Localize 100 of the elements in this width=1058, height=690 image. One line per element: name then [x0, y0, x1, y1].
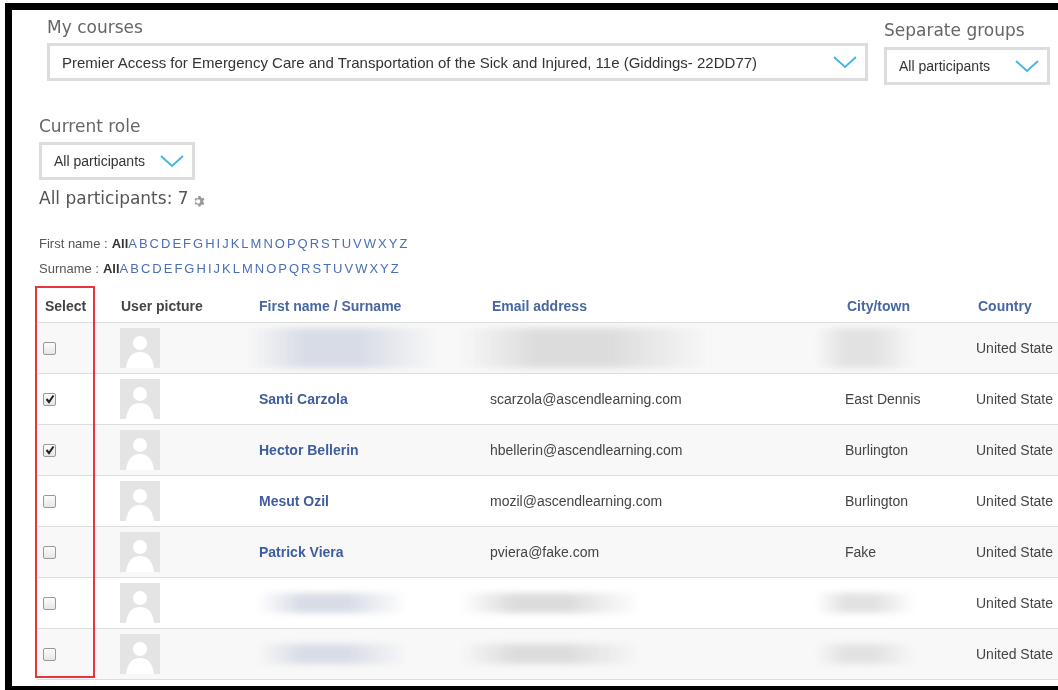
initial-filter-link[interactable]: N	[254, 261, 265, 276]
initial-filter-link[interactable]: B	[138, 236, 148, 251]
initial-filter-link[interactable]: S	[312, 261, 322, 276]
avatar-icon	[120, 634, 160, 674]
checkbox[interactable]	[43, 443, 56, 457]
checkbox[interactable]	[43, 647, 56, 661]
initial-filter-link[interactable]: P	[278, 261, 287, 276]
course-dropdown[interactable]: Premier Access for Emergency Care and Transportation of the Sick and Injured, 11e (Giddings- 22DD77)	[47, 43, 868, 81]
initial-filter-link[interactable]: M	[241, 261, 253, 276]
initial-filter-link[interactable]: K	[222, 261, 231, 276]
avatar-icon	[120, 532, 160, 572]
initial-filter-link[interactable]: Q	[297, 236, 308, 251]
chevron-down-icon	[160, 154, 184, 168]
initial-filter-link[interactable]: D	[161, 236, 171, 251]
initial-filter-link[interactable]: E	[163, 261, 173, 276]
filter-label: First name :	[39, 236, 108, 251]
country-cell-text: United State	[976, 493, 1055, 509]
initial-filter-link[interactable]: H	[196, 261, 206, 276]
name-link[interactable]: Patrick Viera	[257, 544, 490, 560]
name-link[interactable]: Mesut Ozil	[257, 493, 490, 509]
initial-filter-link[interactable]: V	[344, 261, 354, 276]
name-link[interactable]: Hector Bellerin	[257, 442, 490, 458]
initial-filter-link[interactable]: T	[323, 261, 332, 276]
initial-filter-link[interactable]: X	[369, 261, 379, 276]
initial-filter-link[interactable]: R	[301, 261, 311, 276]
email-cell-text: mozil@ascendlearning.com	[490, 493, 664, 509]
city-cell-text: East Dennis	[845, 391, 922, 407]
avatar-icon	[120, 379, 160, 419]
initial-filter-link[interactable]: F	[183, 236, 191, 251]
field-label: Separate groups	[884, 19, 1026, 41]
initial-filter-link[interactable]: A	[128, 236, 137, 251]
initial-filter-link[interactable]: T	[331, 236, 340, 251]
avatar-icon	[120, 328, 160, 368]
participants-heading: All participants: 7	[39, 188, 189, 208]
initial-filter-link[interactable]: W	[363, 236, 377, 251]
city-cell-text: Burlington	[845, 493, 910, 509]
initial-filter-link[interactable]: J	[213, 261, 220, 276]
city-cell-text: Burlington	[845, 442, 910, 458]
checkbox[interactable]	[43, 494, 56, 508]
column-header[interactable]: Country	[976, 298, 1058, 314]
initial-filter-link[interactable]: R	[309, 236, 320, 251]
field-label: Current role	[39, 115, 142, 137]
initial-filter-link[interactable]: A	[119, 261, 129, 276]
initial-filter-link[interactable]: M	[250, 236, 262, 251]
initial-filter-link[interactable]: X	[378, 236, 387, 251]
column-header[interactable]: City/town	[845, 298, 976, 314]
initial-filter-link[interactable]: O	[274, 236, 285, 251]
column-header: User picture	[120, 298, 204, 314]
initial-filter-link[interactable]: C	[149, 236, 159, 251]
checkbox[interactable]	[43, 392, 56, 406]
initial-filter-link[interactable]: E	[172, 236, 182, 251]
chevron-down-icon	[833, 55, 857, 69]
column-header[interactable]: First name / Surname	[257, 298, 490, 314]
initial-filter-link[interactable]: Q	[288, 261, 300, 276]
field-label: My courses	[47, 16, 144, 38]
checkbox[interactable]	[43, 341, 56, 355]
country-cell-text: United State	[976, 442, 1055, 458]
initial-filter-link[interactable]: Z	[399, 236, 408, 251]
initial-filter-link[interactable]: B	[130, 261, 139, 276]
chevron-down-icon	[1015, 59, 1039, 73]
initial-filter-link[interactable]: N	[263, 236, 273, 251]
initial-filter-link[interactable]: O	[266, 261, 277, 276]
initial-filter-link[interactable]: J	[222, 236, 229, 251]
avatar-icon	[120, 430, 160, 470]
initial-filter-link[interactable]: P	[286, 236, 296, 251]
initial-filter-link[interactable]: All	[111, 236, 129, 251]
initial-filter-link[interactable]: C	[140, 261, 151, 276]
initial-filter-link[interactable]: All	[103, 261, 120, 276]
email-cell-text: hbellerin@ascendlearning.com	[490, 442, 684, 458]
group-dropdown[interactable]: All participants	[884, 47, 1050, 85]
initial-filter-link[interactable]: Z	[390, 261, 399, 276]
initial-filter-link[interactable]: V	[353, 236, 362, 251]
initial-filter-link[interactable]: I	[207, 261, 212, 276]
name-link[interactable]: Santi Carzola	[257, 391, 490, 407]
initial-filter-link[interactable]: Y	[388, 236, 398, 251]
initial-filter-link[interactable]: H	[205, 236, 215, 251]
initial-filter-link[interactable]: Y	[380, 261, 389, 276]
initial-filter-link[interactable]: U	[333, 261, 343, 276]
filter-label: Surname :	[39, 261, 99, 276]
initial-filter-link[interactable]: L	[232, 261, 240, 276]
initial-filter-link[interactable]: K	[230, 236, 240, 251]
initial-filter-link[interactable]: L	[241, 236, 249, 251]
checkbox[interactable]	[43, 545, 56, 559]
initial-filter-link[interactable]: F	[174, 261, 183, 276]
initial-filter-link[interactable]: D	[152, 261, 162, 276]
initial-filter-link[interactable]: S	[321, 236, 330, 251]
initial-filter-link[interactable]: I	[216, 236, 221, 251]
email-cell-text: pviera@fake.com	[490, 544, 601, 560]
settings-icon[interactable]	[192, 195, 206, 208]
role-dropdown[interactable]: All participants	[39, 142, 195, 180]
column-header: Select	[44, 298, 88, 314]
country-cell-text: United State	[976, 595, 1055, 611]
column-header[interactable]: Email address	[490, 298, 845, 314]
initial-filter-link[interactable]: W	[355, 261, 368, 276]
country-cell-text: United State	[976, 646, 1055, 662]
initial-filter-link[interactable]: G	[184, 261, 195, 276]
initial-filter-link[interactable]: U	[341, 236, 352, 251]
initial-filter-link[interactable]: G	[193, 236, 204, 251]
avatar-icon	[120, 583, 160, 623]
checkbox[interactable]	[43, 596, 56, 610]
